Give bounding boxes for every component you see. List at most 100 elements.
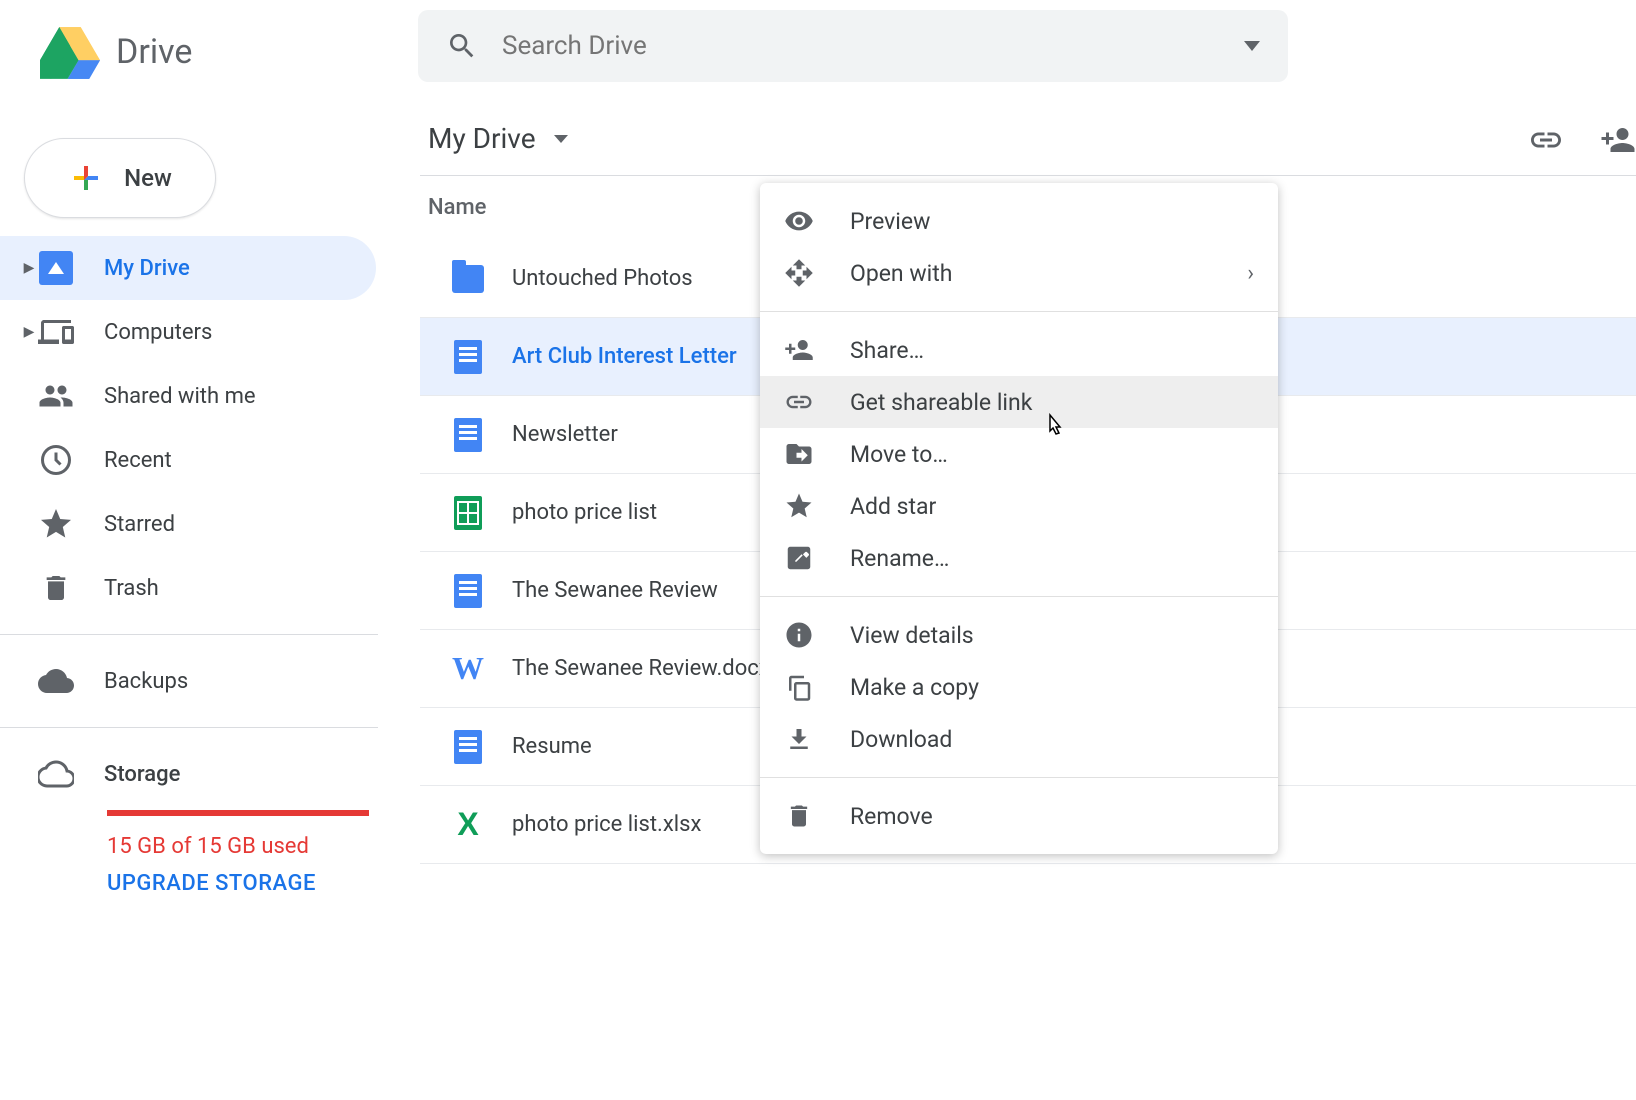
download-icon [784,724,814,754]
my-drive-icon [39,251,73,285]
star-icon [38,506,74,542]
menu-label: Add star [850,493,1254,520]
context-menu: Preview Open with › Share… Get shareable… [760,183,1278,854]
eye-icon [784,206,814,236]
divider [0,727,378,728]
drive-logo-icon [40,24,100,80]
expand-arrow-icon[interactable]: ▶ [20,260,38,276]
search-bar[interactable] [418,10,1288,82]
info-icon [784,620,814,650]
divider [420,175,1636,176]
menu-label: Preview [850,208,1254,235]
menu-item-preview[interactable]: Preview [760,195,1278,247]
divider [760,777,1278,778]
person-add-icon [784,335,814,365]
breadcrumb-text: My Drive [428,122,536,155]
star-icon [784,491,814,521]
menu-item-view-details[interactable]: View details [760,609,1278,661]
sidebar-item-label: Shared with me [104,384,256,409]
menu-item-move-to[interactable]: Move to… [760,428,1278,480]
word-icon: W [452,650,484,687]
sidebar-item-label: Trash [104,576,159,601]
doc-icon [454,418,482,452]
menu-label: Make a copy [850,674,1254,701]
sidebar-item-label: Backups [104,669,188,694]
cloud-icon [38,663,74,699]
trash-icon [785,802,813,830]
logo-area: Drive [40,24,192,80]
file-name: Art Club Interest Letter [512,344,737,369]
sidebar-item-label: Recent [104,448,172,473]
storage-section: Storage 15 GB of 15 GB used UPGRADE STOR… [0,756,378,896]
divider [0,634,378,635]
file-name: Newsletter [512,422,618,447]
menu-item-get-link[interactable]: Get shareable link [760,376,1278,428]
menu-item-download[interactable]: Download [760,713,1278,765]
recent-icon [38,442,74,478]
new-button-label: New [124,164,172,192]
sidebar-item-label: My Drive [104,256,190,281]
app-name: Drive [116,32,192,72]
dropdown-arrow-icon [554,135,568,143]
new-button[interactable]: New [24,138,216,218]
menu-item-add-star[interactable]: Add star [760,480,1278,532]
storage-bar [107,810,369,816]
sheet-icon [454,496,482,530]
doc-icon [454,340,482,374]
menu-label: Get shareable link [850,389,1254,416]
menu-label: Remove [850,803,1254,830]
chevron-right-icon: › [1247,261,1254,286]
menu-item-remove[interactable]: Remove [760,790,1278,842]
menu-label: Rename… [850,545,1254,572]
open-with-icon [784,258,814,288]
storage-title: Storage [104,762,180,787]
file-name: The Sewanee Review [512,578,718,603]
person-add-icon[interactable] [1600,122,1636,158]
menu-item-rename[interactable]: Rename… [760,532,1278,584]
plus-icon [68,160,104,196]
menu-label: Download [850,726,1254,753]
toolbar [1528,122,1636,158]
sidebar-item-starred[interactable]: Starred [0,492,376,556]
doc-icon [454,574,482,608]
menu-item-open-with[interactable]: Open with › [760,247,1278,299]
sidebar-item-my-drive[interactable]: ▶ My Drive [0,236,376,300]
file-name: Resume [512,734,592,759]
menu-label: Move to… [850,441,1254,468]
sidebar-item-recent[interactable]: Recent [0,428,376,492]
search-icon [446,30,478,62]
copy-icon [784,672,814,702]
sidebar-item-trash[interactable]: Trash [0,556,376,620]
sidebar-item-computers[interactable]: ▶ Computers [0,300,376,364]
trash-icon [40,572,72,604]
search-input[interactable] [502,31,1244,61]
sidebar-item-backups[interactable]: Backups [0,649,376,713]
rename-icon [784,543,814,573]
menu-item-make-copy[interactable]: Make a copy [760,661,1278,713]
menu-label: Open with [850,260,1247,287]
file-name: photo price list [512,500,657,525]
sidebar-item-shared[interactable]: Shared with me [0,364,376,428]
sidebar: ▶ My Drive ▶ Computers Shared with me Re… [0,236,378,896]
menu-label: Share… [850,337,1254,364]
folder-move-icon [784,439,814,469]
file-name: The Sewanee Review.docx [512,656,770,681]
upgrade-storage-link[interactable]: UPGRADE STORAGE [107,871,378,896]
excel-icon: X [457,806,478,843]
search-options-dropdown-icon[interactable] [1244,41,1260,51]
folder-icon [452,265,484,293]
file-name: Untouched Photos [512,266,693,291]
storage-used-text: 15 GB of 15 GB used [107,834,378,859]
link-icon[interactable] [1528,122,1564,158]
menu-label: View details [850,622,1254,649]
column-header-name[interactable]: Name [428,195,486,220]
divider [760,311,1278,312]
menu-item-share[interactable]: Share… [760,324,1278,376]
computers-icon [38,314,74,350]
expand-arrow-icon[interactable]: ▶ [20,324,38,340]
shared-icon [38,378,74,414]
sidebar-item-label: Starred [104,512,175,537]
divider [760,596,1278,597]
breadcrumb[interactable]: My Drive [428,122,568,155]
link-icon [784,387,814,417]
